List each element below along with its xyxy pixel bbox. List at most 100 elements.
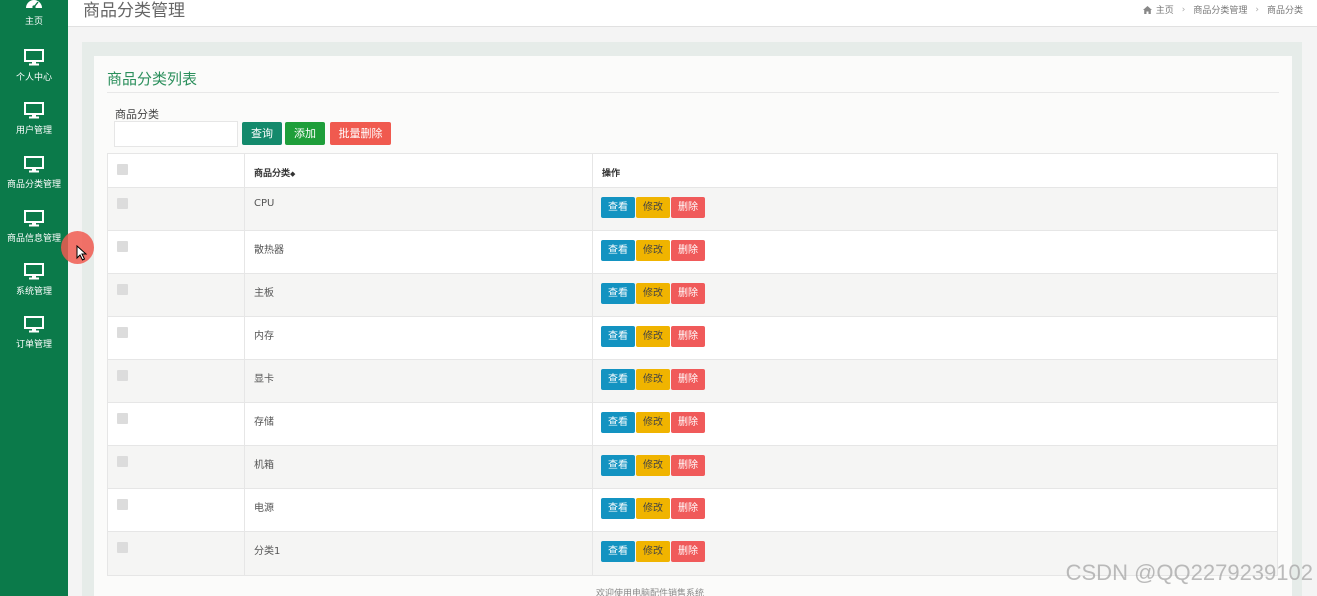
delete-button[interactable]: 删除	[671, 283, 705, 304]
sidebar-item-label: 商品分类管理	[6, 180, 61, 190]
table-row: 电源 查看 修改 删除	[108, 489, 1277, 532]
delete-button[interactable]: 删除	[671, 240, 705, 261]
row-checkbox[interactable]	[117, 413, 128, 424]
sidebar-item-profile[interactable]: 个人中心	[0, 49, 68, 83]
sidebar-item-label: 订单管理	[15, 340, 52, 350]
category-name: 分类1	[254, 546, 281, 557]
sidebar-item-system[interactable]: 系统管理	[0, 263, 68, 297]
row-checkbox[interactable]	[117, 370, 128, 381]
category-name: 存储	[254, 417, 274, 428]
row-checkbox[interactable]	[117, 542, 128, 553]
view-button[interactable]: 查看	[601, 541, 635, 562]
delete-button[interactable]: 删除	[671, 412, 705, 433]
category-search-input[interactable]	[114, 121, 238, 147]
sidebar-item-label: 主页	[24, 17, 43, 27]
divider	[107, 92, 1279, 93]
breadcrumb: 主页 › 商品分类管理 › 商品分类	[1142, 3, 1303, 16]
category-table: 商品分类◆ 操作 CPU 查看 修改 删除 散热器 查看 修改 删除 主板 查看 修改 删除…	[107, 153, 1278, 576]
edit-button[interactable]: 修改	[636, 240, 670, 261]
table-row: 存储 查看 修改 删除	[108, 403, 1277, 446]
monitor-icon	[24, 49, 44, 66]
edit-button[interactable]: 修改	[636, 541, 670, 562]
card-title: 商品分类列表	[107, 70, 198, 88]
monitor-icon	[24, 102, 44, 119]
delete-button[interactable]: 删除	[671, 455, 705, 476]
view-button[interactable]: 查看	[601, 326, 635, 347]
sidebar-item-users[interactable]: 用户管理	[0, 102, 68, 136]
dashboard-icon	[26, 0, 42, 9]
view-button[interactable]: 查看	[601, 240, 635, 261]
row-checkbox[interactable]	[117, 241, 128, 252]
edit-button[interactable]: 修改	[636, 498, 670, 519]
sidebar-item-label: 系统管理	[15, 287, 52, 297]
view-button[interactable]: 查看	[601, 283, 635, 304]
delete-button[interactable]: 删除	[671, 369, 705, 390]
row-checkbox[interactable]	[117, 284, 128, 295]
footer-text: 欢迎使用电脑配件销售系统	[596, 589, 705, 596]
sidebar-item-product-info[interactable]: 商品信息管理	[0, 210, 68, 244]
table-row: 机箱 查看 修改 删除	[108, 446, 1277, 489]
edit-button[interactable]: 修改	[636, 197, 670, 218]
delete-button[interactable]: 删除	[671, 326, 705, 347]
category-name: 内存	[254, 331, 274, 342]
sidebar-item-category[interactable]: 商品分类管理	[0, 156, 68, 190]
add-button[interactable]: 添加	[285, 122, 325, 145]
chevron-right-icon: ›	[1181, 4, 1186, 15]
category-name: CPU	[254, 198, 275, 209]
delete-button[interactable]: 删除	[671, 498, 705, 519]
home-icon	[1142, 5, 1152, 14]
category-name: 主板	[254, 288, 274, 299]
row-checkbox[interactable]	[117, 198, 128, 209]
monitor-icon	[24, 156, 44, 173]
chevron-right-icon: ›	[1255, 4, 1259, 15]
view-button[interactable]: 查看	[601, 369, 635, 390]
category-list-card: 商品分类列表 商品分类 查询 添加 批量删除 商品分类◆ 操作 CPU 查看 修改…	[94, 56, 1292, 596]
category-name: 机箱	[254, 460, 274, 471]
batch-delete-button[interactable]: 批量删除	[330, 122, 391, 145]
row-checkbox[interactable]	[117, 456, 128, 467]
page-title: 商品分类管理	[83, 1, 185, 21]
table-header-row: 商品分类◆ 操作	[108, 154, 1277, 188]
row-checkbox[interactable]	[117, 499, 128, 510]
query-button[interactable]: 查询	[242, 122, 282, 145]
top-header: 商品分类管理 主页 › 商品分类管理 › 商品分类	[68, 0, 1317, 27]
view-button[interactable]: 查看	[601, 197, 635, 218]
category-name: 显卡	[254, 374, 274, 385]
edit-button[interactable]: 修改	[636, 369, 670, 390]
delete-button[interactable]: 删除	[671, 197, 705, 218]
edit-button[interactable]: 修改	[636, 326, 670, 347]
monitor-icon	[24, 316, 44, 333]
table-row: CPU 查看 修改 删除	[108, 188, 1277, 231]
select-all-checkbox[interactable]	[117, 164, 128, 175]
category-name: 电源	[254, 503, 274, 514]
filter-label: 商品分类	[115, 108, 159, 121]
edit-button[interactable]: 修改	[636, 455, 670, 476]
sidebar: 主页 个人中心 用户管理 商品分类管理 商品信息管理 系统管理 订单管理	[0, 0, 68, 596]
monitor-icon	[24, 263, 44, 280]
sidebar-item-home[interactable]: 主页	[0, 0, 68, 27]
mouse-cursor-icon	[76, 245, 87, 261]
view-button[interactable]: 查看	[601, 412, 635, 433]
category-name: 散热器	[254, 245, 284, 256]
view-button[interactable]: 查看	[601, 498, 635, 519]
row-checkbox[interactable]	[117, 327, 128, 338]
sidebar-item-label: 个人中心	[15, 73, 52, 83]
table-row: 主板 查看 修改 删除	[108, 274, 1277, 317]
edit-button[interactable]: 修改	[636, 412, 670, 433]
monitor-icon	[24, 210, 44, 227]
table-row: 显卡 查看 修改 删除	[108, 360, 1277, 403]
sidebar-item-label: 商品信息管理	[6, 234, 61, 244]
breadcrumb-home[interactable]: 主页	[1156, 3, 1174, 16]
sidebar-item-orders[interactable]: 订单管理	[0, 316, 68, 350]
view-button[interactable]: 查看	[601, 455, 635, 476]
table-row: 内存 查看 修改 删除	[108, 317, 1277, 360]
sort-icon: ◆	[290, 170, 296, 178]
watermark: CSDN @QQ2279239102	[1065, 560, 1313, 585]
breadcrumb-category-manage[interactable]: 商品分类管理	[1193, 3, 1247, 16]
sidebar-item-label: 用户管理	[15, 126, 52, 136]
column-header-actions: 操作	[602, 169, 621, 179]
breadcrumb-current: 商品分类	[1266, 6, 1303, 16]
delete-button[interactable]: 删除	[671, 541, 705, 562]
edit-button[interactable]: 修改	[636, 283, 670, 304]
column-header-category[interactable]: 商品分类◆	[254, 166, 295, 179]
